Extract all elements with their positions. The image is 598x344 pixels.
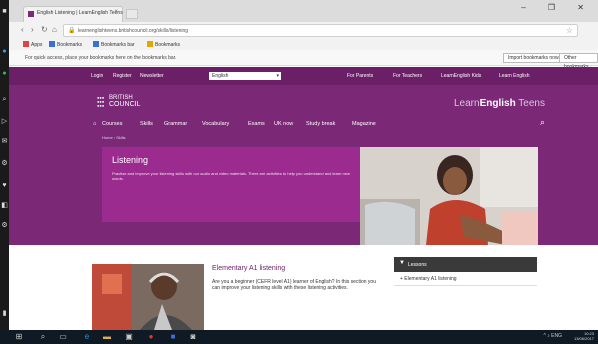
nav-grammar[interactable]: Grammar [164,121,187,127]
nav-uk-now[interactable]: UK now [274,121,293,127]
hero-section: Login Register Newsletter English ▾ For … [9,67,598,245]
learnenglish-teens-brand[interactable]: LearnEnglish Teens [454,98,545,109]
file-explorer-icon[interactable]: ▬ [102,332,112,342]
nav-study-break[interactable]: Study break [306,121,335,127]
clock[interactable]: 10:23 13/06/2017 [574,331,594,341]
taskbar: ⊞ ⌕ ▭ e ▬ ▣ ● ■ ◙ ^ ♪ ENG 10:23 13/06/20… [0,330,598,344]
browser-toolbar: ‹ › ↻ ⌂ 🔒 learnenglishteens.britishcounc… [9,22,598,39]
pin-icon[interactable]: ♥ [1,182,8,189]
parents-link[interactable]: For Parents [347,73,373,79]
bookmark-apps[interactable]: Apps [23,41,42,48]
nav-courses[interactable]: Courses [102,121,122,127]
listening-photo [360,147,538,245]
tab-strip: English Listening | LearnEnglish Teens ×… [9,0,598,22]
tools-icon[interactable]: ⚙ [1,160,8,167]
forward-icon[interactable]: › [31,25,34,34]
close-tab-icon[interactable]: × [114,9,118,15]
app-icon[interactable]: ● [1,70,8,77]
play-icon[interactable]: ▷ [1,118,8,125]
page-title: Listening [112,155,149,165]
windows-icon[interactable]: ■ [1,8,8,15]
system-tray[interactable]: ^ ♪ ENG [544,333,562,339]
start-icon[interactable]: ⊞ [14,332,24,342]
teachers-link[interactable]: For Teachers [393,73,422,79]
breadcrumb[interactable]: Home › Skills [102,135,126,140]
task-view-icon[interactable]: ▭ [58,332,68,342]
language-select[interactable]: English ▾ [209,72,281,80]
lessons-header: ▼ Lessons [394,257,537,272]
register-link[interactable]: Register [113,73,132,79]
store-icon[interactable]: ▣ [124,332,134,342]
bookmarks-infobar: For quick access, place your bookmarks h… [9,50,598,70]
logo-line2: COUNCIL [109,101,141,108]
app-icon[interactable]: ● [1,48,8,55]
bookmarks-bar: Apps Bookmarks Bookmarks bar Bookmarks [9,39,598,50]
nav-exams[interactable]: Exams [248,121,265,127]
side-launcher: ■ ● ● ⌕ ▷ ✉ ⚙ ♥ ◧ ⚙ ▮ [0,0,9,330]
reload-icon[interactable]: ↻ [41,25,48,34]
newsletter-link[interactable]: Newsletter [140,73,164,79]
search-icon[interactable]: ⌕ [540,117,545,128]
search-icon[interactable]: ⌕ [38,332,48,342]
new-tab-button[interactable] [126,9,138,19]
import-bookmarks-button[interactable]: Import bookmarks now... [503,53,568,63]
british-council-logo[interactable]: ●●● ●●● ●●● BRITISH COUNCIL [97,94,141,110]
chevron-down-icon: ▾ [276,73,279,79]
settings-icon[interactable]: ⚙ [1,222,8,229]
logo-dots-icon: ●●● ●●● ●●● [97,95,105,108]
star-icon[interactable]: ☆ [566,26,573,35]
address-bar[interactable]: 🔒 learnenglishteens.britishcouncil.org/s… [63,24,578,37]
tab-title: English Listening | LearnEnglish Teens [37,10,123,16]
bookmark-item[interactable]: Bookmarks bar [93,41,135,48]
infobar-message: For quick access, place your bookmarks h… [25,55,177,61]
window-controls[interactable]: – ❐ ✕ [521,3,594,12]
nav-vocabulary[interactable]: Vocabulary [202,121,229,127]
login-link[interactable]: Login [91,73,103,79]
back-icon[interactable]: ‹ [21,25,24,34]
search-icon[interactable]: ⌕ [1,96,8,103]
filter-icon: ▼ [399,260,405,266]
bookmark-item[interactable]: Bookmarks [49,41,82,48]
lessons-item-label: + Elementary A1 listening [400,276,457,282]
browser-window: English Listening | LearnEnglish Teens ×… [9,0,598,330]
lock-icon: 🔒 [68,28,76,34]
window-icon[interactable]: ◧ [1,202,8,209]
chrome-icon[interactable]: ● [146,332,156,342]
favicon-icon [28,11,34,17]
browser-tab[interactable]: English Listening | LearnEnglish Teens × [23,6,123,22]
language-value: English [212,73,229,79]
url-text: learnenglishteens.britishcouncil.org/ski… [78,28,189,34]
other-bookmarks-button[interactable]: Other bookmarks [559,53,598,70]
web-page: Login Register Newsletter English ▾ For … [9,67,598,330]
clock-date: 13/06/2017 [573,336,594,341]
page-description: Practise and improve your listening skil… [112,171,350,181]
home-icon[interactable]: ⌂ [93,121,96,127]
app-icon[interactable]: ■ [168,332,178,342]
boy-with-headphones-image [92,264,204,330]
kids-link[interactable]: LearnEnglish Kids [441,73,481,79]
featured-image[interactable] [92,264,204,330]
bookmark-item[interactable]: Bookmarks [147,41,180,48]
featured-title[interactable]: Elementary A1 listening [212,265,285,272]
top-utility-bar: Login Register Newsletter English ▾ For … [9,67,598,85]
listening-intro-box: Listening Practise and improve your list… [102,147,360,222]
lessons-list-item[interactable]: + Elementary A1 listening [394,272,537,286]
learnenglish-link[interactable]: Learn English [499,73,530,79]
nav-magazine[interactable]: Magazine [352,121,376,127]
chat-icon[interactable]: ✉ [1,138,8,145]
power-icon[interactable]: ▮ [1,310,8,317]
edge-icon[interactable]: e [82,332,92,342]
featured-description: Are you a beginner (CEFR level A1) learn… [212,279,376,291]
app-icon[interactable]: ◙ [188,332,198,342]
lessons-header-label: Lessons [408,262,427,268]
home-icon[interactable]: ⌂ [52,25,57,34]
woman-with-laptop-image [360,147,538,245]
nav-skills[interactable]: Skills [140,121,153,127]
lessons-panel: ▼ Lessons + Elementary A1 listening [394,257,537,291]
